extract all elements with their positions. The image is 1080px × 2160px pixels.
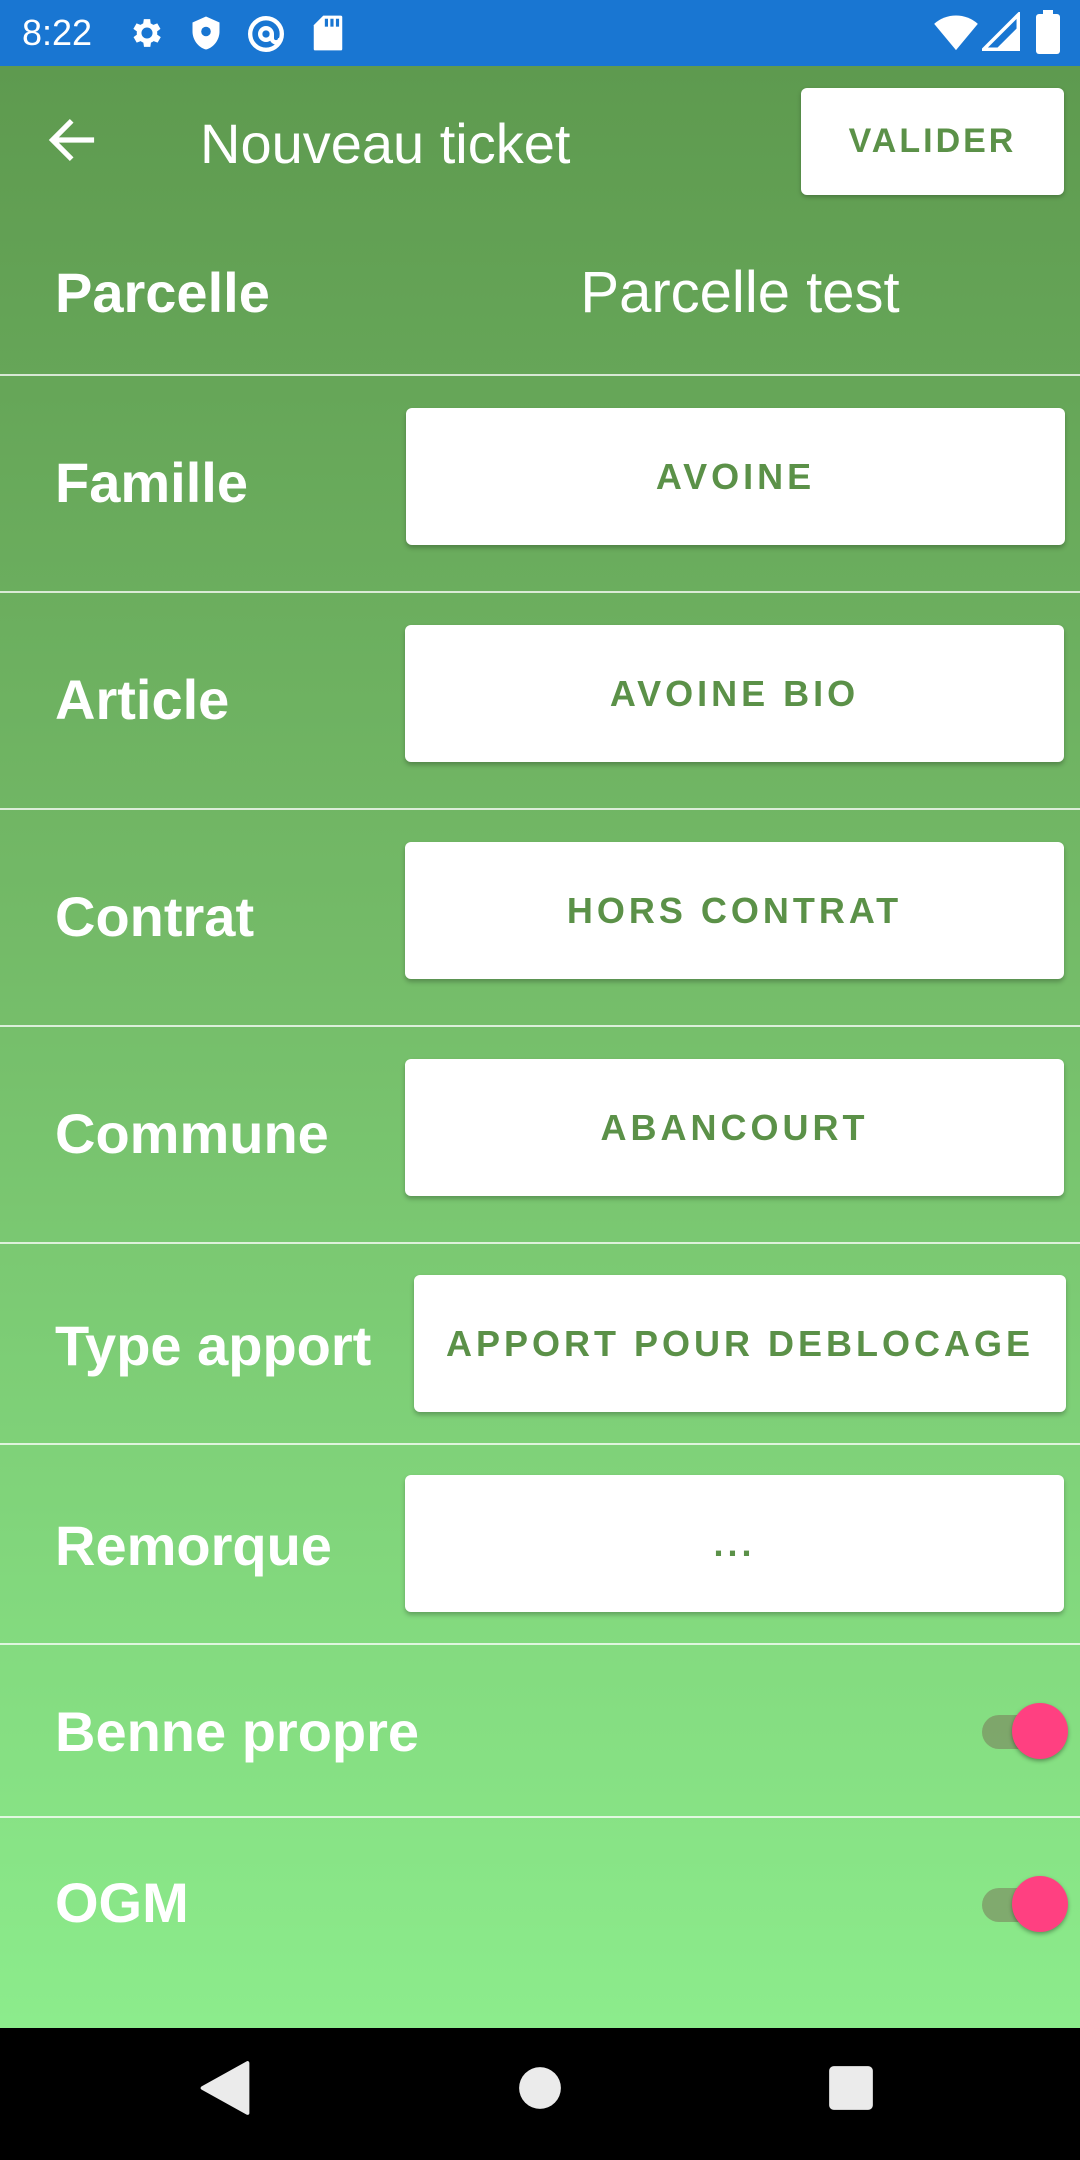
parcelle-value: Parcelle test <box>580 260 900 325</box>
page-title: Nouveau ticket <box>200 112 571 175</box>
type-apport-row: Type apport APPORT POUR DEBLOCAGE <box>0 1244 1080 1445</box>
article-row: Article AVOINE BIO <box>0 593 1080 810</box>
cell-signal-icon <box>982 12 1020 52</box>
arrow-left-icon[interactable] <box>46 114 102 166</box>
back-triangle-icon[interactable] <box>200 2060 250 2116</box>
commune-select-button[interactable]: ABANCOURT <box>405 1059 1064 1196</box>
contrat-label: Contrat <box>55 885 255 948</box>
ogm-toggle[interactable] <box>976 1872 1068 1936</box>
famille-label: Famille <box>55 451 248 514</box>
parcelle-label: Parcelle <box>55 261 270 324</box>
remorque-select-button[interactable]: ... <box>405 1475 1064 1612</box>
home-circle-icon[interactable] <box>518 2060 562 2116</box>
parcelle-row: Parcelle Parcelle test <box>0 216 1080 376</box>
article-select-button[interactable]: AVOINE BIO <box>405 625 1064 762</box>
type-apport-label: Type apport <box>55 1314 372 1377</box>
valider-button[interactable]: VALIDER <box>801 88 1064 195</box>
wifi-icon <box>934 12 978 52</box>
type-apport-select-button[interactable]: APPORT POUR DEBLOCAGE <box>414 1275 1066 1412</box>
benne-propre-toggle[interactable] <box>976 1699 1068 1763</box>
status-time: 8:22 <box>22 12 93 53</box>
status-bar: 8:22 <box>0 0 1080 66</box>
remorque-row: Remorque ... <box>0 1445 1080 1645</box>
ticket-form-screen: Nouveau ticket VALIDER Parcelle Parcelle… <box>0 66 1080 2028</box>
app-bar: Nouveau ticket VALIDER <box>0 66 1080 216</box>
recents-square-icon[interactable] <box>828 2060 874 2116</box>
navigation-bar <box>0 2028 1080 2160</box>
famille-select-button[interactable]: AVOINE <box>406 408 1065 545</box>
at-sign-icon <box>246 14 286 54</box>
toggle-thumb <box>1012 1876 1068 1932</box>
article-label: Article <box>55 668 230 731</box>
benne-propre-row: Benne propre <box>0 1645 1080 1818</box>
battery-icon <box>1036 10 1060 54</box>
commune-row: Commune ABANCOURT <box>0 1027 1080 1244</box>
contrat-select-button[interactable]: HORS CONTRAT <box>405 842 1064 979</box>
commune-label: Commune <box>55 1102 329 1165</box>
ogm-row: OGM <box>0 1818 1080 1978</box>
famille-row: Famille AVOINE <box>0 376 1080 593</box>
benne-propre-label: Benne propre <box>55 1700 420 1763</box>
toggle-thumb <box>1012 1703 1068 1759</box>
remorque-label: Remorque <box>55 1514 332 1577</box>
gear-icon <box>128 14 166 52</box>
contrat-row: Contrat HORS CONTRAT <box>0 810 1080 1027</box>
shield-icon <box>188 14 224 52</box>
screen: 8:22 Nouveau ticket VALIDER Parcelle Par… <box>0 0 1080 2160</box>
ogm-label: OGM <box>55 1871 189 1934</box>
sd-card-icon <box>312 14 344 52</box>
